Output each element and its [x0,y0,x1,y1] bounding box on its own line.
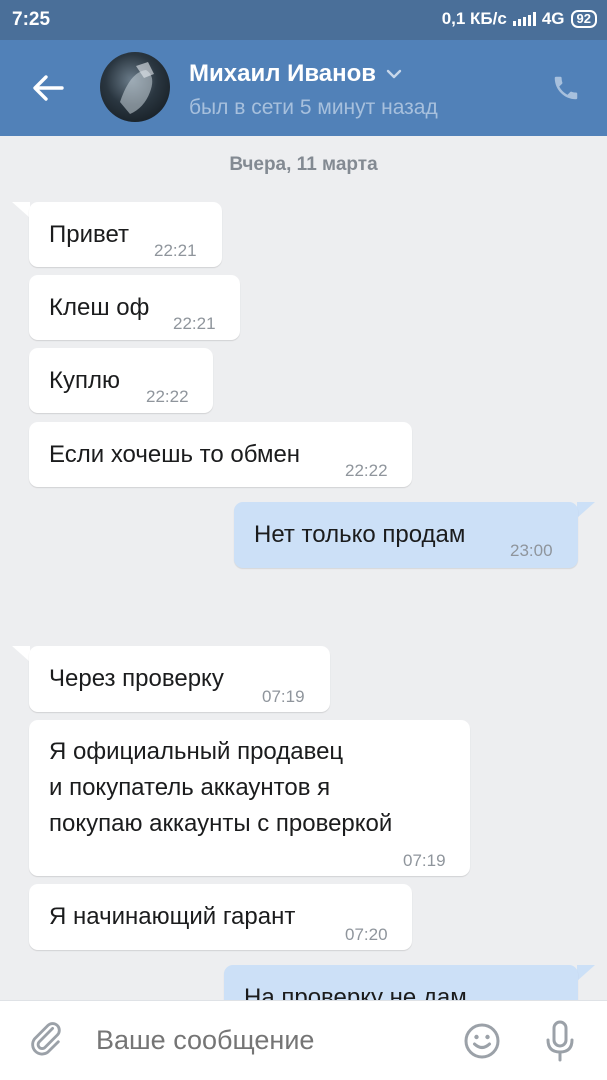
avatar-image [120,62,154,114]
message-list[interactable]: Вчера, 11 марта Привет 22:21 Клеш оф 22:… [0,136,607,1000]
message-text: Я официальный продавец и покупатель акка… [49,734,392,842]
status-time: 7:25 [12,9,51,30]
message-incoming[interactable]: Если хочешь то обмен 22:22 [29,422,412,487]
compose-bar [0,1000,607,1080]
signal-icon [512,12,536,26]
message-outgoing[interactable]: На проверку не дам [224,965,578,1000]
microphone-icon [546,1020,574,1062]
message-text: Если хочешь то обмен [49,441,301,468]
message-outgoing[interactable]: Нет только продам 23:00 [234,502,578,568]
battery-icon: 92 [570,10,597,28]
message-time: 22:22 [146,387,189,406]
message-input[interactable] [96,1025,436,1056]
message-incoming[interactable]: Я начинающий гарант 07:20 [29,884,412,950]
attach-button[interactable] [28,1021,68,1061]
message-text: Нет только продам [254,521,466,548]
message-time: 07:19 [403,851,446,870]
back-arrow-icon [33,75,64,101]
message-line: покупаю аккаунты с проверкой [49,810,393,837]
back-button[interactable] [26,66,70,110]
date-separator: Вчера, 11 марта [229,154,378,175]
contact-status: был в сети 5 минут назад [189,96,438,119]
contact-name-row[interactable]: Михаил Иванов [189,60,402,88]
message-text: Я начинающий гарант [49,903,296,930]
message-text: На проверку не дам [244,984,467,1000]
contact-name: Михаил Иванов [189,60,377,87]
message-incoming[interactable]: Через проверку 07:19 [29,646,330,712]
status-indicators: 0,1 КБ/с 4G 92 [442,9,597,29]
paperclip-icon [31,1022,61,1056]
message-incoming[interactable]: Привет 22:21 [29,202,222,267]
message-incoming[interactable]: Я официальный продавец и покупатель акка… [29,720,470,876]
message-time: 22:22 [345,461,388,480]
phone-icon [554,76,578,100]
message-line: и покупатель аккаунтов я [49,774,331,801]
bubble-tail [577,502,595,518]
network-speed: 0,1 КБ/с [441,9,507,28]
message-line: Я официальный продавец [49,738,344,765]
call-button[interactable] [546,68,586,108]
battery-level: 92 [576,11,591,26]
message-incoming[interactable]: Куплю 22:22 [29,348,213,413]
message-time: 07:20 [345,925,388,944]
smile-icon [464,1023,500,1059]
bubble-tail [577,965,595,981]
chat-header: Михаил Иванов был в сети 5 минут назад [0,40,607,136]
message-text: Клеш оф [49,294,150,321]
network-type: 4G [541,9,565,28]
bubble-tail [12,202,30,218]
message-time: 23:00 [510,541,553,560]
message-text: Через проверку [49,665,224,692]
avatar[interactable] [100,52,170,122]
voice-button[interactable] [540,1019,580,1063]
message-time: 22:21 [173,314,216,333]
emoji-button[interactable] [462,1021,502,1061]
message-text: Привет [49,221,130,248]
chevron-down-icon [386,69,402,79]
bubble-tail [12,646,30,662]
message-time: 22:21 [154,241,197,260]
message-incoming[interactable]: Клеш оф 22:21 [29,275,240,340]
status-bar: 7:25 0,1 КБ/с 4G 92 [0,0,607,40]
message-time: 07:19 [262,687,305,706]
message-text: Куплю [49,367,120,394]
